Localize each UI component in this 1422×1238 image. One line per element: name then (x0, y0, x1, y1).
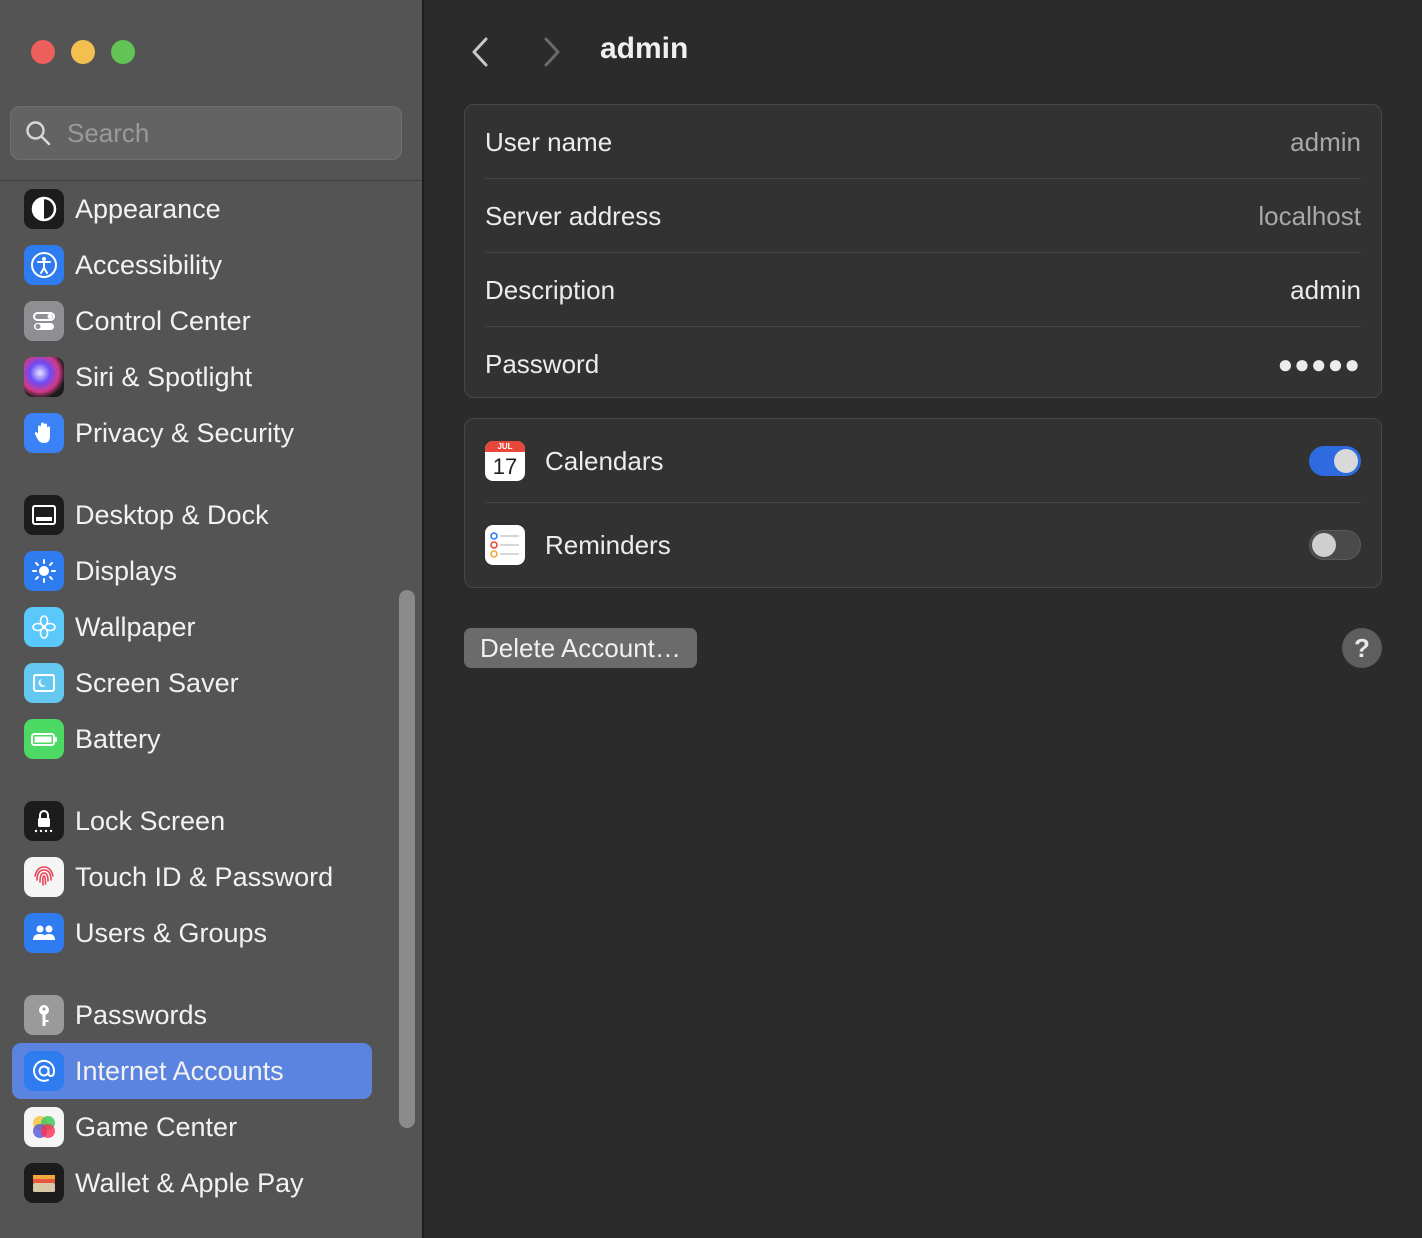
sidebar-item-passwords[interactable]: Passwords (12, 987, 372, 1043)
key-icon (24, 995, 64, 1035)
sidebar-item-label: Wallpaper (75, 611, 196, 642)
apps-group: JUL 17 Calendars Reminders (464, 418, 1382, 588)
zoom-button[interactable] (111, 40, 135, 64)
users-icon (24, 913, 64, 953)
chevron-right-icon (544, 37, 560, 67)
sidebar-item-users-groups[interactable]: Users & Groups (12, 905, 372, 961)
search-icon (26, 121, 51, 146)
search-input[interactable] (65, 116, 369, 150)
account-details-group: User name admin Server address localhost… (464, 104, 1382, 398)
detail-row-username: User name admin (465, 105, 1381, 179)
sidebar-item-accessibility[interactable]: Accessibility (12, 237, 372, 293)
sidebar-item-appearance[interactable]: Appearance (12, 181, 372, 237)
app-row-calendars: JUL 17 Calendars (465, 419, 1381, 503)
sidebar-item-label: Appearance (75, 193, 221, 224)
reminders-toggle[interactable] (1309, 530, 1361, 560)
sidebar-item-label: Accessibility (75, 249, 223, 280)
calendar-icon: JUL 17 (485, 441, 525, 481)
accessibility-icon (24, 245, 64, 285)
delete-account-button[interactable]: Delete Account… (464, 628, 697, 668)
sidebar-item-label: Screen Saver (75, 667, 239, 698)
sidebar-item-label: Internet Accounts (75, 1055, 284, 1086)
screen-saver-icon (24, 663, 64, 703)
password-field[interactable]: ●●●●● (1277, 349, 1361, 380)
detail-row-password[interactable]: Password ●●●●● (465, 327, 1381, 401)
traffic-lights (31, 40, 135, 64)
detail-value: localhost (1258, 200, 1361, 231)
flower-icon (24, 607, 64, 647)
sidebar-item-label: Desktop & Dock (75, 499, 269, 530)
sidebar-item-label: Lock Screen (75, 805, 226, 836)
close-button[interactable] (31, 40, 55, 64)
sidebar-item-displays[interactable]: Displays (12, 543, 372, 599)
chevron-left-icon (472, 37, 488, 67)
sidebar: Appearance Accessibility Control Center … (0, 0, 424, 1238)
app-label: Reminders (545, 529, 671, 560)
sidebar-item-label: Wallet & Apple Pay (75, 1167, 304, 1198)
detail-label: User name (485, 126, 613, 157)
control-center-icon (24, 301, 64, 341)
desktop-dock-icon (24, 495, 64, 535)
sidebar-item-label: Passwords (75, 999, 208, 1030)
app-row-reminders: Reminders (465, 503, 1381, 587)
battery-icon (24, 719, 64, 759)
game-center-icon (24, 1107, 64, 1147)
calendars-toggle[interactable] (1309, 446, 1361, 476)
sun-icon (24, 551, 64, 591)
lock-icon (24, 801, 64, 841)
hand-icon (24, 413, 64, 453)
reminders-icon (485, 525, 525, 565)
sidebar-item-label: Game Center (75, 1111, 238, 1142)
settings-window: Appearance Accessibility Control Center … (0, 0, 1422, 1238)
minimize-button[interactable] (71, 40, 95, 64)
help-button[interactable]: ? (1342, 628, 1382, 668)
sidebar-item-game-center[interactable]: Game Center (12, 1099, 372, 1155)
sidebar-item-label: Displays (75, 555, 178, 586)
detail-label: Password (485, 348, 600, 379)
page-title: admin (600, 32, 689, 65)
sidebar-item-lock-screen[interactable]: Lock Screen (12, 793, 372, 849)
appearance-icon (24, 189, 64, 229)
detail-value: admin (1290, 126, 1361, 157)
sidebar-item-label: Touch ID & Password (75, 861, 334, 892)
sidebar-item-wallet[interactable]: Wallet & Apple Pay (12, 1155, 372, 1211)
sidebar-item-label: Users & Groups (75, 917, 268, 948)
sidebar-item-label: Control Center (75, 305, 251, 336)
fingerprint-icon (24, 857, 64, 897)
detail-row-server: Server address localhost (465, 179, 1381, 253)
sidebar-item-siri[interactable]: Siri & Spotlight (12, 349, 372, 405)
wallet-icon (24, 1163, 64, 1203)
forward-button[interactable] (534, 32, 570, 72)
sidebar-item-control-center[interactable]: Control Center (12, 293, 372, 349)
sidebar-item-privacy[interactable]: Privacy & Security (12, 405, 372, 461)
sidebar-item-battery[interactable]: Battery (12, 711, 372, 767)
main-pane: admin User name admin Server address loc… (424, 0, 1422, 1238)
search-field[interactable] (10, 106, 402, 160)
detail-label: Description (485, 274, 616, 305)
sidebar-item-label: Privacy & Security (75, 417, 295, 448)
back-button[interactable] (462, 32, 498, 72)
sidebar-item-label: Siri & Spotlight (75, 361, 253, 392)
calendar-month: JUL (485, 441, 525, 452)
sidebar-item-touch-id[interactable]: Touch ID & Password (12, 849, 372, 905)
app-label: Calendars (545, 445, 664, 476)
sidebar-item-label: Battery (75, 723, 161, 754)
calendar-day: 17 (492, 454, 518, 479)
sidebar-scrollbar[interactable] (399, 590, 415, 1128)
sidebar-item-desktop-dock[interactable]: Desktop & Dock (12, 487, 372, 543)
sidebar-item-wallpaper[interactable]: Wallpaper (12, 599, 372, 655)
detail-row-description[interactable]: Description admin (465, 253, 1381, 327)
sidebar-item-screen-saver[interactable]: Screen Saver (12, 655, 372, 711)
sidebar-item-internet-accounts[interactable]: Internet Accounts (12, 1043, 372, 1099)
siri-icon (24, 357, 64, 397)
detail-label: Server address (485, 200, 662, 231)
description-field[interactable]: admin (1290, 275, 1361, 306)
at-icon (24, 1051, 64, 1091)
